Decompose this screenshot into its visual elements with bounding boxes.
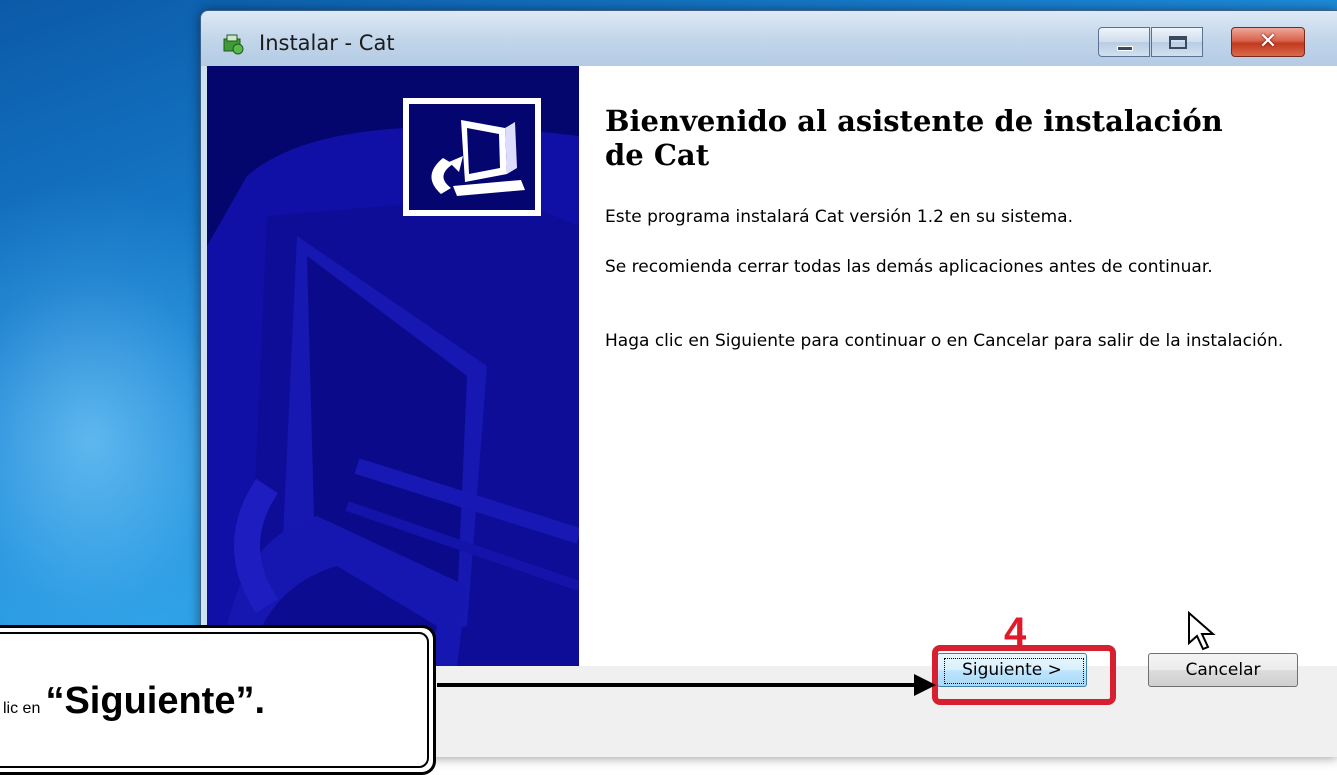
minimize-button[interactable]	[1098, 27, 1150, 57]
close-button[interactable]: ✕	[1231, 27, 1305, 57]
cancel-button[interactable]: Cancelar	[1148, 653, 1298, 687]
welcome-heading: Bienvenido al asistente de instalación d…	[605, 104, 1223, 172]
intro-text: Este programa instalará Cat versión 1.2 …	[605, 207, 1073, 227]
callout-text: lic en “Siguiente”.	[3, 680, 265, 723]
mouse-pointer-icon	[1188, 611, 1216, 651]
computer-install-icon	[403, 98, 541, 216]
step-number: 4	[1004, 610, 1027, 654]
arrow-head-icon	[914, 674, 936, 696]
minimize-icon	[1117, 46, 1133, 51]
callout-button-name: “Siguiente”.	[45, 680, 266, 722]
instruction-callout: lic en “Siguiente”.	[0, 625, 436, 775]
title-bar[interactable]: Instalar - Cat ✕	[201, 11, 1337, 66]
callout-arrow-line	[437, 683, 917, 687]
recommendation-text: Se recomienda cerrar todas las demás apl…	[605, 257, 1213, 277]
maximize-button[interactable]	[1151, 27, 1203, 57]
wizard-content: Bienvenido al asistente de instalación d…	[579, 66, 1337, 667]
callout-prefix: lic en	[3, 700, 41, 717]
maximize-icon	[1169, 36, 1187, 49]
wizard-side-image	[207, 66, 579, 666]
installer-icon	[223, 34, 244, 55]
window-title: Instalar - Cat	[259, 31, 395, 55]
close-icon: ✕	[1258, 29, 1278, 54]
instructions-text: Haga clic en Siguiente para continuar o …	[605, 331, 1284, 351]
next-button-highlight	[932, 645, 1116, 705]
